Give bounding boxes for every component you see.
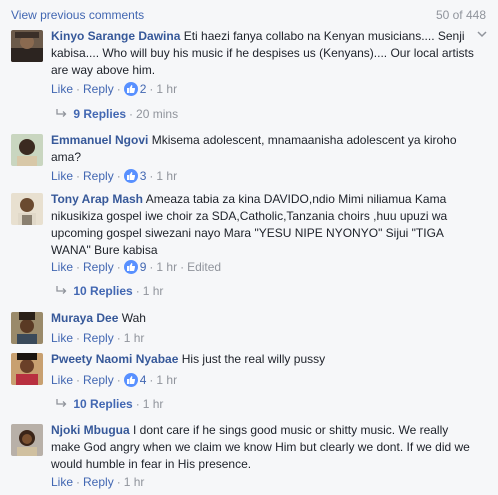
timestamp[interactable]: 1 hr [156,82,177,96]
avatar[interactable] [11,424,43,456]
timestamp[interactable]: 1 hr [124,475,145,489]
separator: · [116,475,121,489]
like-link[interactable]: Like [51,260,73,274]
reply-link[interactable]: Reply [83,373,114,387]
separator: · [149,260,154,274]
separator: · [129,107,134,121]
comment-author[interactable]: Pweety Naomi Nyabae [51,352,178,366]
comment-actions: Like · Reply · 1 hr [51,330,144,346]
replies-timestamp: 1 hr [142,397,164,411]
comment-text: Wah [121,311,146,325]
comment-text: His just the real willy pussy [181,352,326,366]
like-count[interactable]: 2 [140,82,147,96]
avatar[interactable] [11,30,43,62]
comment-author[interactable]: Tony Arap Mash [51,192,143,206]
reply-arrow-icon [56,396,70,412]
like-link[interactable]: Like [51,475,73,489]
timestamp[interactable]: 1 hr [156,169,177,183]
comment-author[interactable]: Njoki Mbugua [51,423,130,437]
chevron-down-icon[interactable] [476,28,488,40]
view-replies[interactable]: 9 Replies · 20 mins [56,106,178,122]
reply-link[interactable]: Reply [83,331,114,345]
like-link[interactable]: Like [51,82,73,96]
view-replies[interactable]: 10 Replies · 1 hr [56,396,163,412]
separator: · [135,284,140,298]
separator: · [76,169,81,183]
comment-actions: Like · Reply · 1 hr [51,474,144,490]
separator: · [135,397,140,411]
like-link[interactable]: Like [51,373,73,387]
comment-body: Muraya Dee Wah [51,310,478,327]
separator: · [180,260,185,274]
separator: · [76,82,81,96]
like-count[interactable]: 4 [140,373,147,387]
replies-link[interactable]: 10 Replies [73,397,132,411]
timestamp[interactable]: 1 hr [124,331,145,345]
thumbs-up-icon[interactable] [123,373,138,387]
reply-link[interactable]: Reply [83,475,114,489]
reply-link[interactable]: Reply [83,260,114,274]
view-replies[interactable]: 10 Replies · 1 hr [56,283,163,299]
avatar[interactable] [11,193,43,225]
avatar[interactable] [11,134,43,166]
comment-actions: Like · Reply · 2 · 1 hr [51,81,177,97]
separator: · [116,373,121,387]
like-count[interactable]: 3 [140,169,147,183]
comment-body: Pweety Naomi Nyabae His just the real wi… [51,351,478,368]
reply-link[interactable]: Reply [83,82,114,96]
timestamp[interactable]: 1 hr [156,260,177,274]
thumbs-up-icon[interactable] [123,169,138,183]
comment-author[interactable]: Kinyo Sarange Dawina [51,29,180,43]
comment-actions: Like · Reply · 3 · 1 hr [51,168,177,184]
replies-timestamp: 1 hr [142,284,164,298]
comment-author[interactable]: Muraya Dee [51,311,118,325]
replies-link[interactable]: 9 Replies [73,107,126,121]
reply-arrow-icon [56,283,70,299]
thumbs-up-icon[interactable] [123,260,138,274]
edited-label[interactable]: Edited [187,260,221,274]
separator: · [149,373,154,387]
comment-body: Kinyo Sarange Dawina Eti haezi fanya col… [51,28,478,79]
comment-body: Njoki Mbugua I dont care if he sings goo… [51,422,478,473]
avatar[interactable] [11,353,43,385]
timestamp[interactable]: 1 hr [156,373,177,387]
like-link[interactable]: Like [51,331,73,345]
comment-body: Emmanuel Ngovi Mkisema adolescent, mnama… [51,132,478,166]
comment-author[interactable]: Emmanuel Ngovi [51,133,148,147]
separator: · [116,260,121,274]
separator: · [76,260,81,274]
view-previous-comments-link[interactable]: View previous comments [11,8,144,22]
replies-timestamp: 20 mins [136,107,179,121]
comment-body: Tony Arap Mash Ameaza tabia za kina DAVI… [51,191,478,259]
like-link[interactable]: Like [51,169,73,183]
separator: · [116,82,121,96]
like-count[interactable]: 9 [140,260,147,274]
thumbs-up-icon[interactable] [123,82,138,96]
reply-link[interactable]: Reply [83,169,114,183]
comment-actions: Like · Reply · 4 · 1 hr [51,372,177,388]
separator: · [116,331,121,345]
comment-actions: Like · Reply · 9 · 1 hr · Edited [51,259,221,275]
separator: · [76,475,81,489]
avatar[interactable] [11,312,43,344]
separator: · [149,169,154,183]
separator: · [76,373,81,387]
separator: · [116,169,121,183]
reply-arrow-icon [56,106,70,122]
comment-counter: 50 of 448 [435,8,486,22]
replies-link[interactable]: 10 Replies [73,284,132,298]
separator: · [149,82,154,96]
separator: · [76,331,81,345]
comments-header: View previous comments 50 of 448 [0,0,498,24]
